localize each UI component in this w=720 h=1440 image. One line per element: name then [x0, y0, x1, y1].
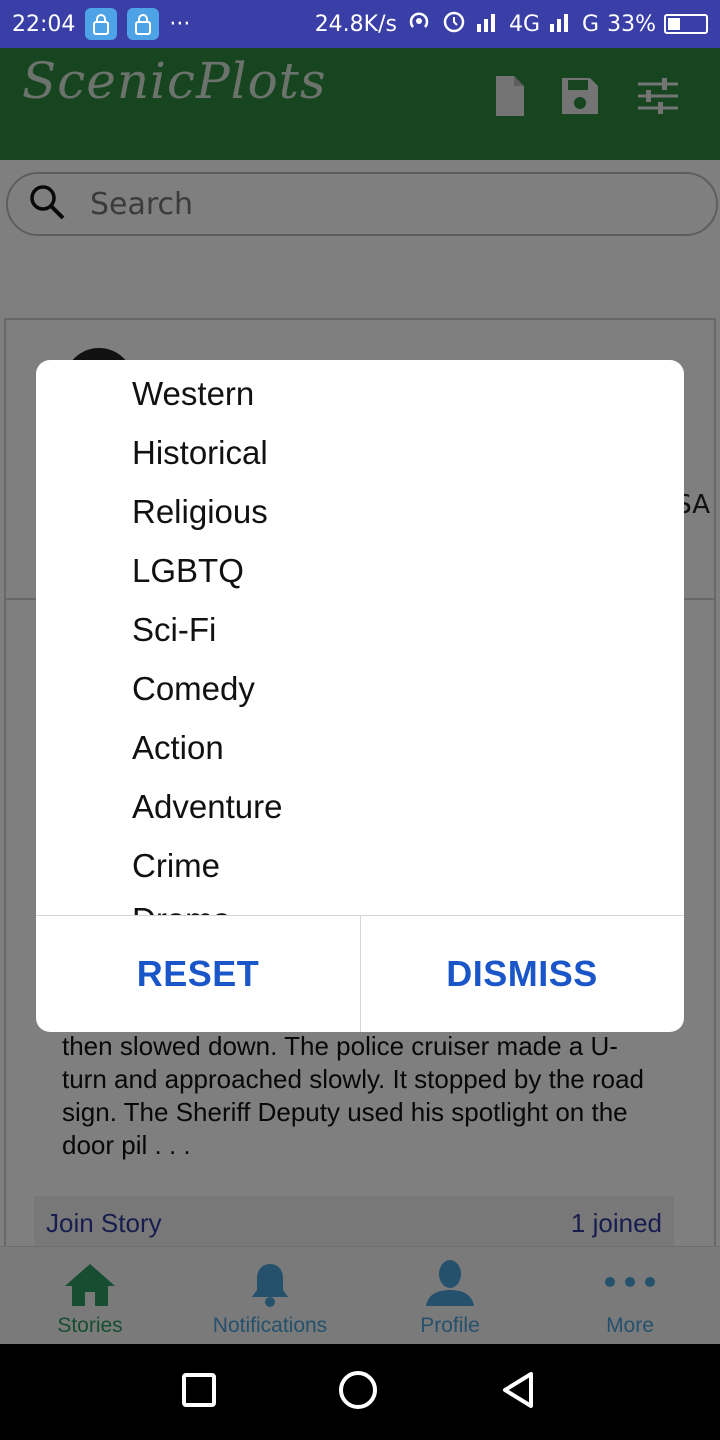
- network-type-1: 4G: [508, 11, 541, 37]
- hotspot-icon: [405, 7, 433, 41]
- system-navigation-bar: [0, 1344, 720, 1440]
- genre-option-historical[interactable]: Historical: [132, 431, 268, 475]
- genre-filter-dialog: Western Historical Religious LGBTQ Sci-F…: [36, 360, 684, 1032]
- genre-option-lgbtq[interactable]: LGBTQ: [132, 549, 244, 593]
- network-type-2: G: [582, 11, 600, 37]
- battery-icon: [664, 14, 708, 34]
- alarm-icon: [441, 8, 467, 40]
- lock-icon: [127, 8, 160, 40]
- lock-icon: [85, 8, 118, 40]
- more-notifications-indicator: ···: [169, 11, 191, 37]
- genre-option-action[interactable]: Action: [132, 726, 224, 770]
- genre-option-adventure[interactable]: Adventure: [132, 785, 282, 829]
- genre-option-western[interactable]: Western: [132, 372, 254, 416]
- network-speed: 24.8K/s: [314, 11, 397, 37]
- battery-percent: 33%: [607, 11, 656, 37]
- genre-option-religious[interactable]: Religious: [132, 490, 268, 534]
- signal-icon: [475, 10, 501, 38]
- back-button[interactable]: [499, 1370, 539, 1414]
- status-bar: 22:04 ··· 24.8K/s 4G G 33%: [0, 0, 720, 48]
- dismiss-button[interactable]: DISMISS: [360, 916, 684, 1032]
- genre-option-comedy[interactable]: Comedy: [132, 667, 255, 711]
- genre-option-crime[interactable]: Crime: [132, 844, 220, 888]
- genre-option-scifi[interactable]: Sci-Fi: [132, 608, 216, 652]
- clock: 22:04: [12, 11, 76, 37]
- genre-option-drama[interactable]: Drama: [132, 898, 231, 915]
- home-button[interactable]: [338, 1370, 378, 1414]
- signal-icon: [548, 10, 574, 38]
- recents-button[interactable]: [181, 1372, 217, 1412]
- reset-button[interactable]: RESET: [36, 916, 360, 1032]
- genre-list[interactable]: Western Historical Religious LGBTQ Sci-F…: [36, 360, 684, 915]
